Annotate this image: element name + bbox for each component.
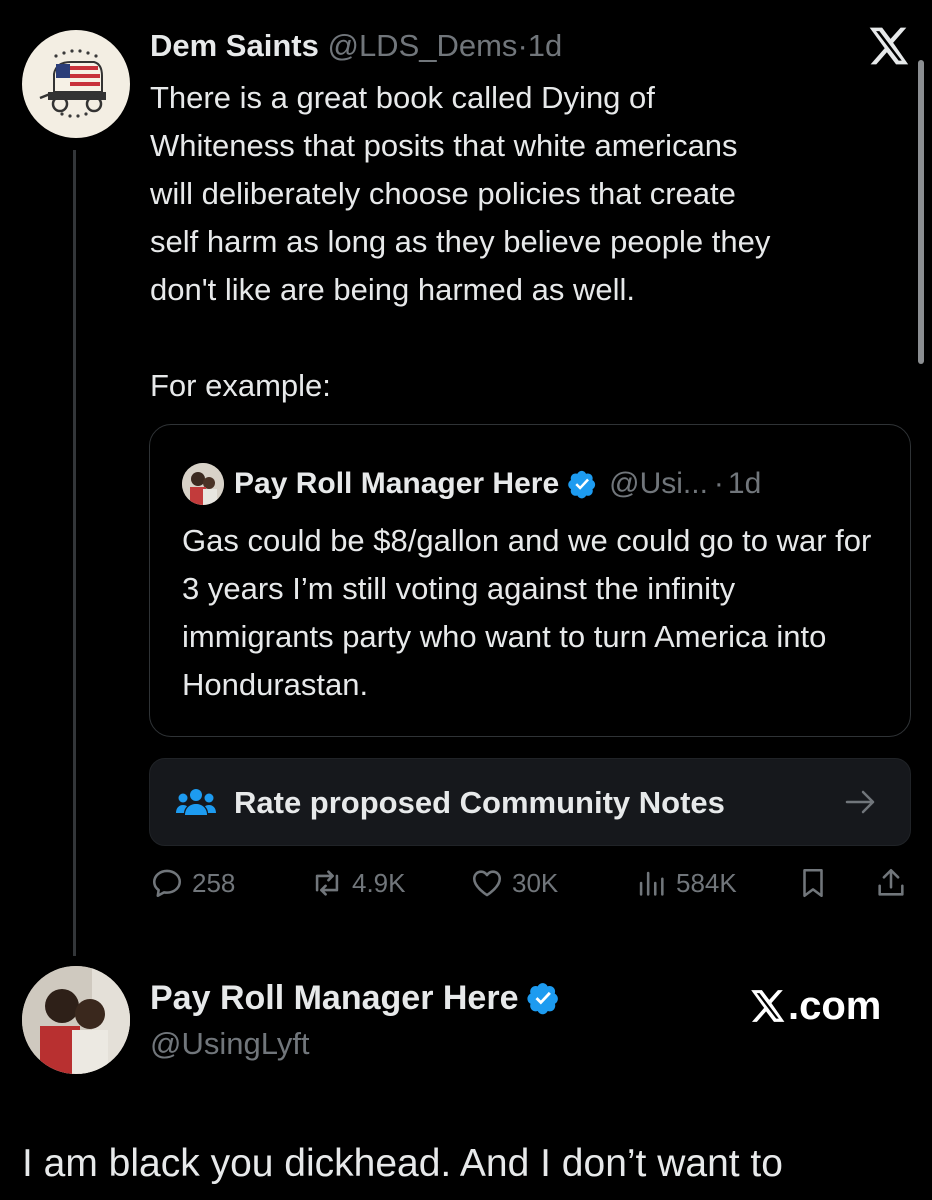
covered-wagon-logo-icon bbox=[39, 49, 106, 118]
heart-icon bbox=[472, 870, 502, 897]
bookmark-icon bbox=[803, 868, 823, 898]
author-handle[interactable]: @LDS_Dems bbox=[327, 28, 517, 63]
reply-author-handle[interactable]: @UsingLyft bbox=[150, 1024, 310, 1064]
views-count: 584K bbox=[676, 867, 737, 898]
people-icon bbox=[176, 789, 216, 815]
reply-count: 258 bbox=[192, 867, 236, 898]
quoted-tweet-text: Gas could be $8/gallon and we could go t… bbox=[182, 523, 872, 702]
x-com-watermark: .com bbox=[748, 982, 881, 1030]
dot-separator: · bbox=[713, 467, 724, 500]
quoted-avatar bbox=[182, 463, 224, 505]
quoted-tweet-card[interactable]: Pay Roll Manager Here @Usi... · 1d Gas c… bbox=[149, 424, 911, 737]
share-icon bbox=[878, 868, 904, 896]
reply-button[interactable]: 258 bbox=[150, 866, 235, 900]
reply-tweet-text: I am black you dickhead. And I don’t wan… bbox=[22, 1142, 783, 1185]
verified-badge-icon bbox=[568, 470, 596, 499]
x-logo-icon[interactable] bbox=[866, 24, 910, 68]
quoted-tweet-time: 1d bbox=[727, 467, 762, 500]
verified-badge-icon bbox=[527, 983, 559, 1015]
thread-line bbox=[73, 150, 76, 956]
repost-count: 4.9K bbox=[352, 867, 406, 898]
avatar-dem-saints[interactable] bbox=[22, 30, 130, 138]
tweet-header: Dem Saints @LDS_Dems·1d bbox=[150, 28, 562, 64]
dot-separator: · bbox=[517, 28, 528, 63]
avatar-pay-roll-manager[interactable] bbox=[22, 966, 130, 1074]
scrollbar[interactable] bbox=[918, 60, 924, 364]
repost-button[interactable]: 4.9K bbox=[310, 866, 406, 900]
reply-author-row: Pay Roll Manager Here bbox=[150, 978, 560, 1018]
quoted-author-handle[interactable]: @Usi... bbox=[609, 466, 708, 502]
repost-icon bbox=[315, 870, 339, 896]
quoted-author-name[interactable]: Pay Roll Manager Here bbox=[234, 466, 559, 502]
tweet-action-bar: 258 4.9K 30K 584K bbox=[150, 866, 912, 906]
like-button[interactable]: 30K bbox=[470, 866, 558, 900]
share-button[interactable] bbox=[874, 866, 908, 900]
quoted-tweet-header: Pay Roll Manager Here @Usi... · 1d bbox=[182, 463, 761, 505]
tweet-time[interactable]: 1d bbox=[528, 28, 562, 63]
tweet-text: There is a great book called Dying of Wh… bbox=[150, 80, 771, 403]
community-notes-label: Rate proposed Community Notes bbox=[234, 785, 725, 820]
community-notes-button[interactable]: Rate proposed Community Notes bbox=[149, 758, 911, 846]
bookmark-button[interactable] bbox=[796, 866, 830, 900]
watermark-label: .com bbox=[788, 984, 882, 1028]
like-count: 30K bbox=[512, 867, 559, 898]
author-name[interactable]: Dem Saints bbox=[150, 28, 319, 63]
reply-icon bbox=[152, 869, 182, 898]
reply-author-name[interactable]: Pay Roll Manager Here bbox=[150, 978, 518, 1018]
views-button[interactable]: 584K bbox=[634, 866, 737, 900]
views-icon bbox=[639, 871, 664, 896]
arrow-right-icon bbox=[845, 790, 875, 814]
x-logo-icon bbox=[751, 990, 785, 1022]
